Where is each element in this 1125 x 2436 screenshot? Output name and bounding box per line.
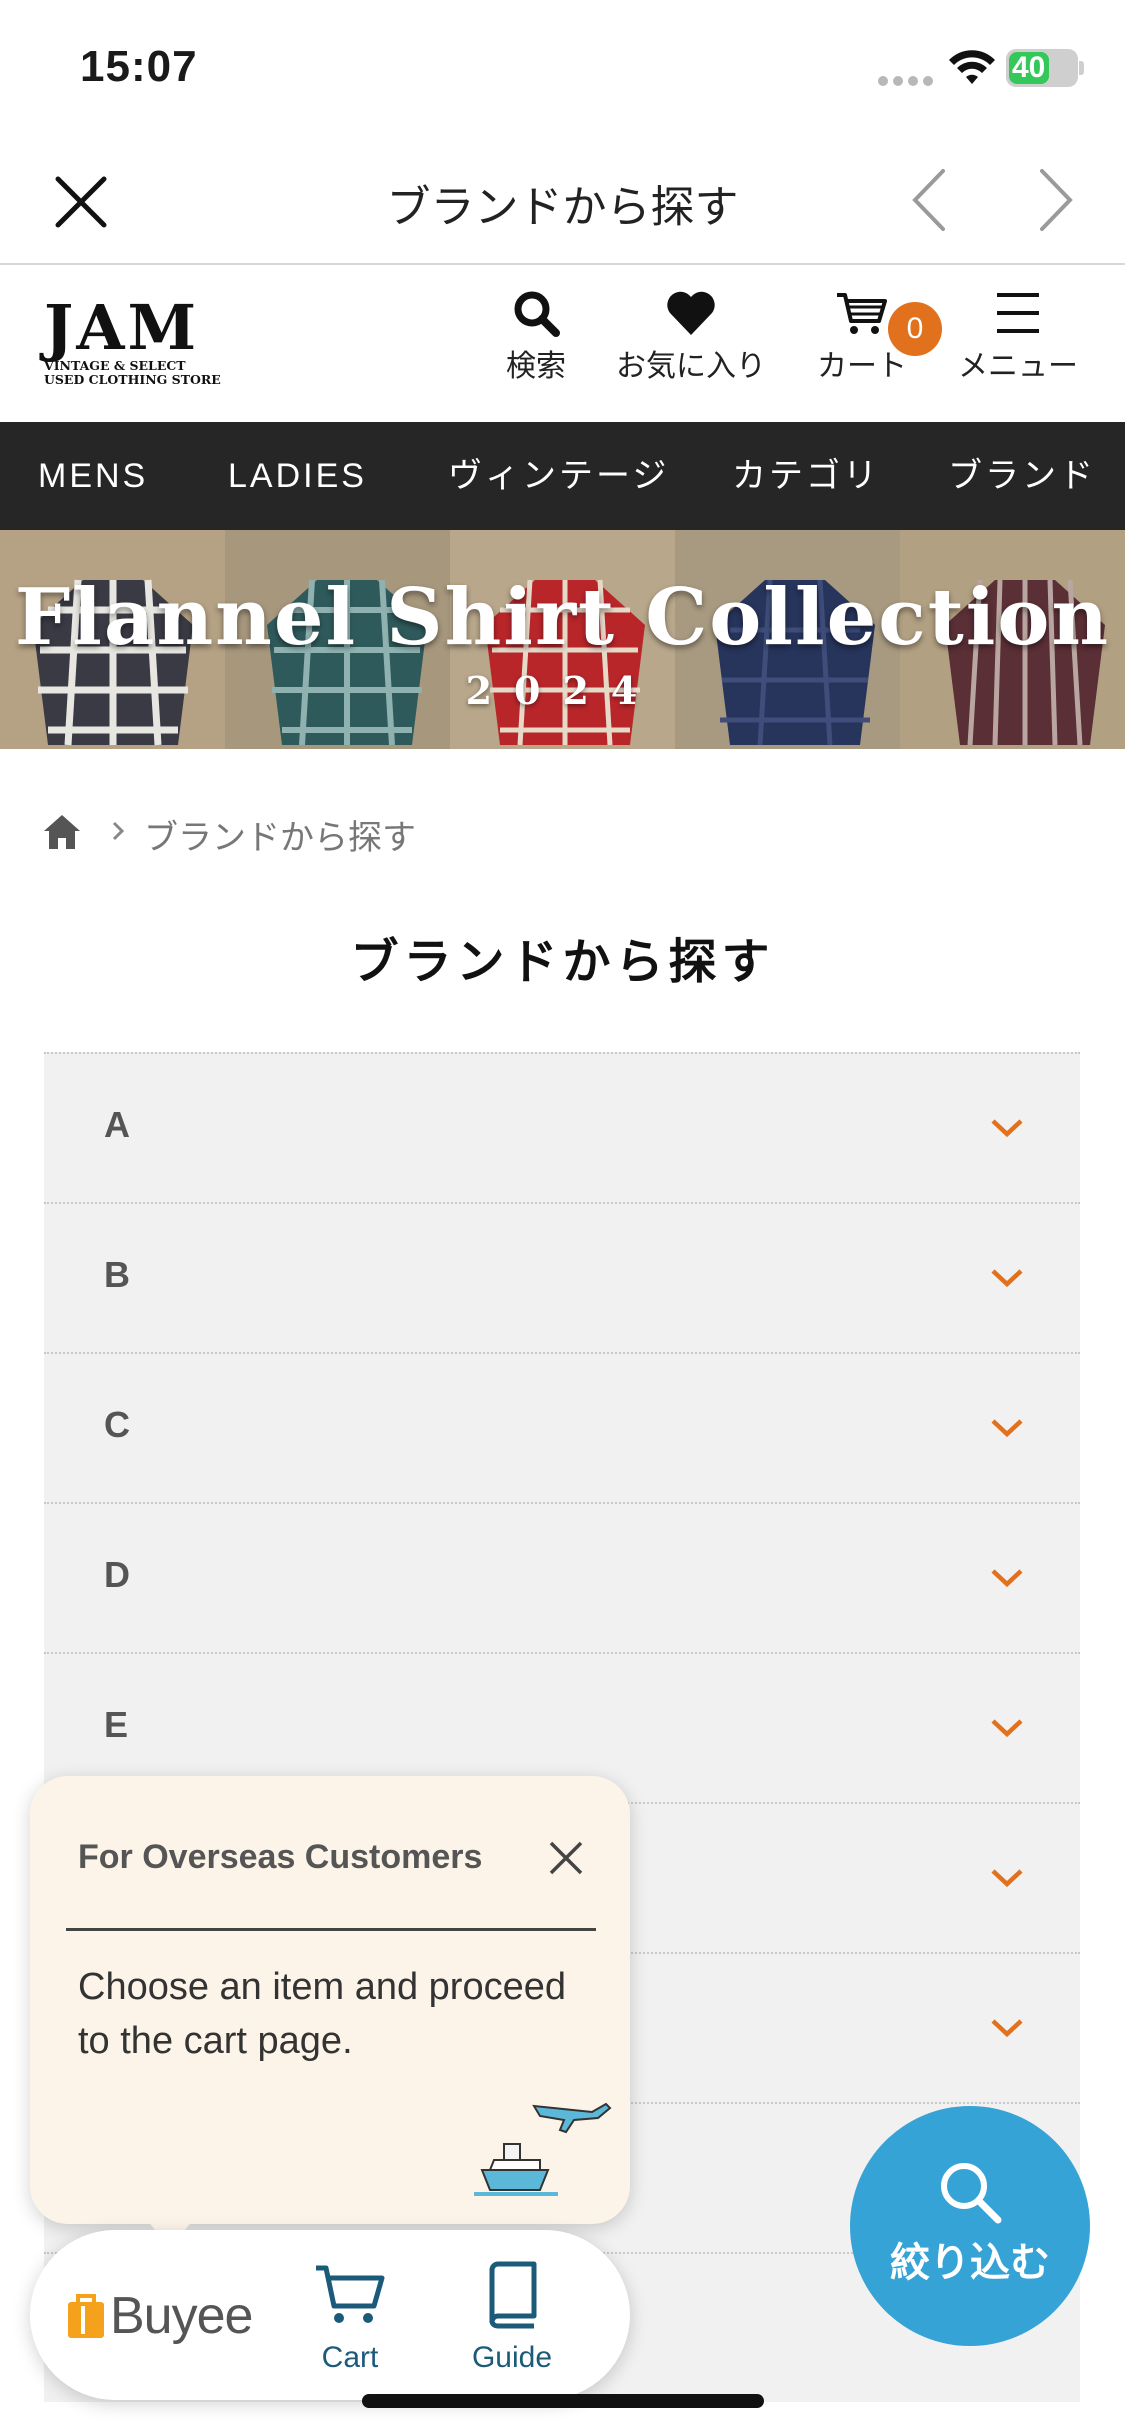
heart-icon <box>667 291 715 335</box>
close-icon[interactable] <box>548 1840 584 1876</box>
popup-title: For Overseas Customers <box>78 1838 483 1876</box>
chevron-down-icon <box>991 1569 1023 1588</box>
breadcrumb-current: ブランドから探す <box>144 819 416 857</box>
page-title: ブランドから探す <box>350 936 775 989</box>
site-header: JAM VINTAGE & SELECT USED CLOTHING STORE… <box>0 267 1125 422</box>
hamburger-menu-icon <box>997 293 1039 333</box>
jam-logo[interactable]: JAM VINTAGE & SELECT USED CLOTHING STORE <box>44 291 221 387</box>
popup-divider <box>66 1928 596 1931</box>
home-icon[interactable] <box>42 811 82 851</box>
favorites-label: お気に入り <box>616 350 766 383</box>
filter-button[interactable]: 絞り込む <box>850 2106 1090 2346</box>
cart-icon <box>837 293 887 334</box>
chevron-down-icon <box>991 1719 1023 1738</box>
forward-chevron-icon[interactable] <box>1030 165 1080 235</box>
accordion-row-a[interactable]: A <box>44 1052 1080 1202</box>
nav-item-category[interactable]: カテゴリ <box>732 422 880 530</box>
nav-item-vintage[interactable]: ヴィンテージ <box>448 422 669 530</box>
accordion-row-b[interactable]: B <box>44 1202 1080 1352</box>
buyee-bag-icon <box>68 2294 104 2338</box>
battery-icon: 40 <box>1006 49 1078 87</box>
buyee-guide-label: Guide <box>471 2341 553 2374</box>
chevron-down-icon <box>991 1269 1023 1288</box>
search-label: 検索 <box>506 350 566 383</box>
nav-item-mens[interactable]: MENS <box>38 422 148 530</box>
accordion-letter: C <box>104 1404 130 1445</box>
header-search-button[interactable]: 検索 <box>498 289 574 385</box>
buyee-brand: Buyee <box>110 2287 253 2345</box>
accordion-letter: E <box>104 1704 129 1745</box>
filter-label: 絞り込む <box>890 2241 1050 2285</box>
search-icon <box>941 2163 1002 2224</box>
cart-label: カート <box>817 350 907 383</box>
book-icon <box>489 2261 537 2329</box>
overseas-customers-popup: For Overseas Customers Choose an item an… <box>30 1776 630 2224</box>
nav-item-brand[interactable]: ブランド <box>948 422 1096 530</box>
accordion-letter: A <box>104 1104 130 1145</box>
header-favorites-button[interactable]: お気に入り <box>616 289 766 385</box>
browser-title: ブランドから探す <box>386 183 739 232</box>
browser-nav-bar: ブランドから探す <box>0 135 1125 265</box>
ship-and-plane-icon <box>474 2102 612 2196</box>
buyee-cart-label: Cart <box>321 2341 379 2374</box>
chevron-down-icon <box>991 1869 1023 1888</box>
accordion-row-d[interactable]: D <box>44 1502 1080 1652</box>
status-bar: 15:07 40 <box>0 0 1125 135</box>
category-nav: MENS LADIES ヴィンテージ カテゴリ ブランド <box>0 422 1125 530</box>
accordion-row-c[interactable]: C <box>44 1352 1080 1502</box>
accordion-letter: B <box>104 1254 130 1295</box>
menu-label: メニュー <box>958 350 1078 383</box>
cart-count-badge: 0 <box>888 302 942 356</box>
nav-item-ladies[interactable]: LADIES <box>228 422 367 530</box>
chevron-down-icon <box>991 1419 1023 1438</box>
flannel-banner[interactable]: Flannel Shirt Collection 2024 <box>0 530 1125 749</box>
wifi-icon <box>949 50 995 84</box>
buyee-guide-button[interactable]: Guide <box>462 2260 562 2375</box>
banner-title: Flannel Shirt Collection <box>14 572 1111 663</box>
cart-icon <box>316 2265 385 2323</box>
cellular-signal-icon <box>878 76 934 86</box>
battery-level: 40 <box>1012 51 1046 84</box>
back-chevron-icon[interactable] <box>905 165 955 235</box>
logo-main-text: JAM <box>44 291 200 364</box>
chevron-down-icon <box>991 2019 1023 2038</box>
banner-year: 2024 <box>465 668 660 713</box>
home-indicator <box>362 2394 764 2408</box>
chevron-down-icon <box>991 1119 1023 1138</box>
accordion-letter: D <box>104 1554 130 1595</box>
logo-sub-text-2: USED CLOTHING STORE <box>44 372 221 387</box>
header-menu-button[interactable]: メニュー <box>958 289 1078 385</box>
status-time: 15:07 <box>80 42 198 91</box>
buyee-cart-button[interactable]: Cart <box>310 2260 390 2375</box>
popup-body: Choose an item and proceed to the cart p… <box>78 1966 566 2062</box>
buyee-toolbar: Buyee Cart Guide <box>30 2230 630 2400</box>
search-icon <box>514 291 560 337</box>
chevron-right-icon <box>112 821 125 841</box>
buyee-logo[interactable]: Buyee <box>66 2286 253 2346</box>
